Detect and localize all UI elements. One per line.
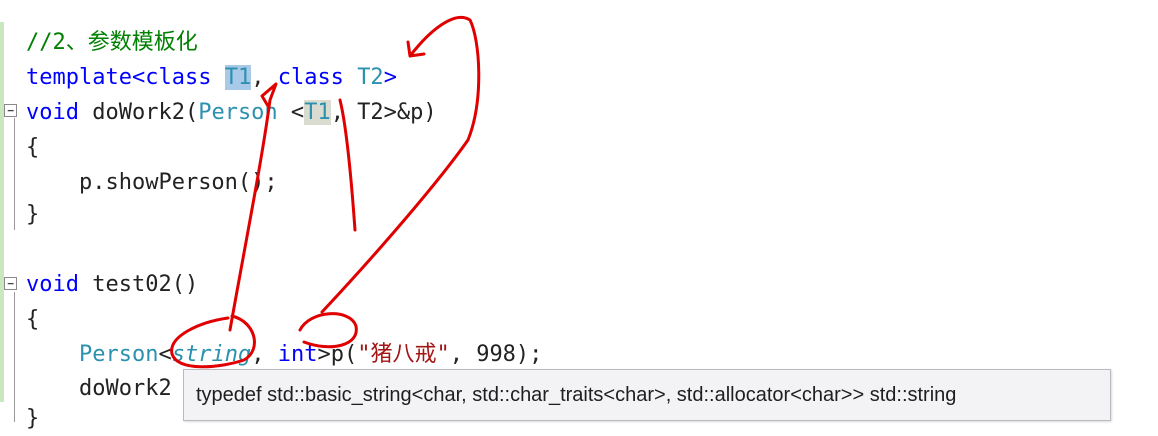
annotation-arrow-t2-to-int: [320, 15, 481, 314]
annotation-arrow-t1-to-string: [228, 82, 278, 332]
tooltip-text: typedef std::basic_string<char, std::cha…: [196, 384, 957, 406]
annotation-circle-string: [170, 314, 256, 369]
annotation-circle-int: [298, 312, 358, 349]
quick-info-tooltip: typedef std::basic_string<char, std::cha…: [183, 369, 1111, 421]
red-pen-annotations: [170, 15, 481, 369]
annotation-underline-person: [338, 98, 357, 232]
